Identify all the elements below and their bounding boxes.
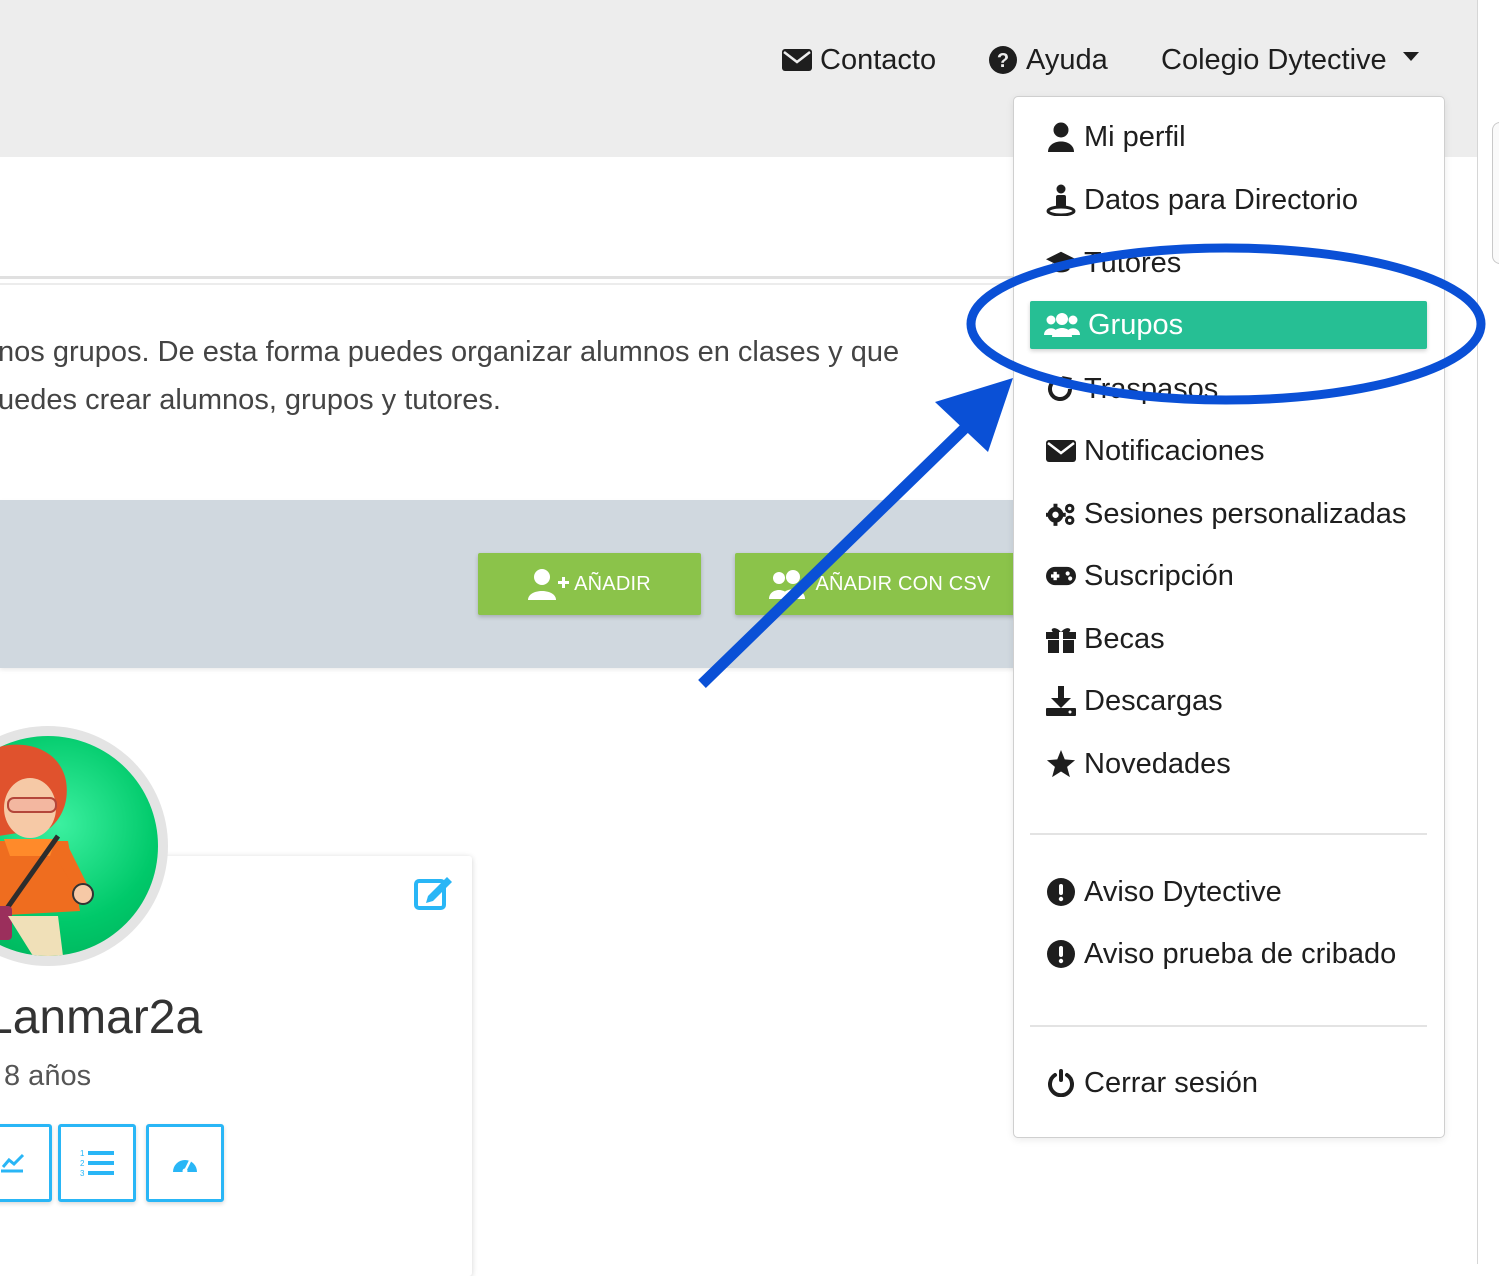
menu-item-suscripcion[interactable]: Suscripción <box>1046 554 1234 598</box>
svg-text:2: 2 <box>80 1159 85 1168</box>
help-label: Ayuda <box>1026 43 1108 76</box>
caret-down-icon <box>1402 51 1419 61</box>
contact-label: Contacto <box>820 43 937 76</box>
menu-item-label: Aviso Dytective <box>1084 875 1282 908</box>
add-csv-label: AÑADIR CON CSV <box>815 572 991 595</box>
menu-item-grupos[interactable]: Grupos <box>1030 301 1427 349</box>
gift-icon <box>1046 625 1076 653</box>
cogs-icon <box>1046 499 1076 529</box>
users-plus-icon <box>769 570 812 599</box>
menu-item-datos-directorio[interactable]: Datos para Directorio <box>1046 178 1358 222</box>
street-view-icon <box>1046 184 1076 216</box>
add-label: AÑADIR <box>574 572 651 595</box>
star-icon <box>1046 749 1076 779</box>
menu-item-label: Notificaciones <box>1084 434 1265 467</box>
menu-item-descargas[interactable]: Descargas <box>1046 679 1223 723</box>
menu-item-label: Grupos <box>1088 308 1184 341</box>
envelope-icon <box>782 49 812 71</box>
menu-item-label: Datos para Directorio <box>1084 183 1358 216</box>
window-edge <box>1477 0 1499 1264</box>
menu-item-sesiones-personalizadas[interactable]: Sesiones personalizadas <box>1046 492 1406 536</box>
menu-item-label: Descargas <box>1084 684 1223 717</box>
menu-item-label: Mi perfil <box>1084 120 1186 153</box>
menu-item-label: Becas <box>1084 622 1165 655</box>
student-age: 8 años <box>4 1060 92 1092</box>
character-illustration <box>0 744 94 956</box>
menu-item-notificaciones[interactable]: Notificaciones <box>1046 429 1265 473</box>
users-icon <box>1044 313 1080 337</box>
redo-icon <box>1046 374 1076 404</box>
svg-text:1: 1 <box>80 1149 85 1158</box>
account-label: Colegio Dytective <box>1161 43 1387 76</box>
exclamation-circle-icon <box>1046 878 1076 906</box>
list-ol-icon: 123 <box>80 1149 114 1178</box>
user-plus-icon <box>528 569 570 600</box>
menu-item-label: Suscripción <box>1084 559 1234 592</box>
envelope-icon <box>1046 440 1076 462</box>
menu-item-aviso-dytective[interactable]: Aviso Dytective <box>1046 870 1282 914</box>
svg-text:3: 3 <box>80 1169 85 1178</box>
account-dropdown-toggle[interactable]: Colegio Dytective <box>1161 40 1419 80</box>
user-icon <box>1046 122 1076 152</box>
gamepad-icon <box>1046 565 1076 587</box>
contact-link[interactable]: Contacto <box>782 40 936 80</box>
tachometer-icon <box>173 1160 197 1174</box>
menu-item-novedades[interactable]: Novedades <box>1046 742 1231 786</box>
line-chart-icon <box>1 1153 25 1173</box>
menu-item-cerrar-sesion[interactable]: Cerrar sesión <box>1046 1061 1258 1105</box>
results-list-button[interactable]: 123 <box>58 1124 136 1202</box>
progress-chart-button[interactable] <box>0 1124 52 1202</box>
dashboard-button[interactable] <box>146 1124 224 1202</box>
menu-item-label: Traspasos <box>1084 372 1219 405</box>
student-name: Lanmar2a <box>0 991 203 1044</box>
scroll-handle <box>1492 122 1499 264</box>
power-icon <box>1046 1069 1076 1097</box>
section-divider <box>0 283 1020 285</box>
add-csv-button[interactable]: AÑADIR CON CSV <box>735 553 1025 615</box>
menu-item-label: Aviso prueba de cribado <box>1084 937 1397 970</box>
menu-divider <box>1030 833 1427 835</box>
avatar-image <box>0 736 158 956</box>
exclamation-circle-icon <box>1046 940 1076 968</box>
menu-item-label: Sesiones personalizadas <box>1084 497 1407 530</box>
download-icon <box>1046 686 1076 716</box>
menu-item-tutores[interactable]: Tutores <box>1046 241 1181 285</box>
help-link[interactable]: ? Ayuda <box>988 40 1108 80</box>
menu-item-mi-perfil[interactable]: Mi perfil <box>1046 115 1186 159</box>
svg-text:?: ? <box>997 50 1009 72</box>
menu-item-aviso-cribado[interactable]: Aviso prueba de cribado <box>1046 932 1396 976</box>
menu-item-becas[interactable]: Becas <box>1046 617 1165 661</box>
edit-icon[interactable] <box>414 874 454 915</box>
section-divider <box>0 276 1020 279</box>
menu-item-label: Tutores <box>1084 246 1182 279</box>
question-circle-icon: ? <box>989 46 1017 74</box>
menu-divider <box>1030 1025 1427 1027</box>
account-dropdown-menu: Mi perfil Datos para Directorio Tutores … <box>1013 96 1445 1138</box>
graduation-cap-icon <box>1046 251 1076 275</box>
add-student-button[interactable]: AÑADIR <box>478 553 701 615</box>
menu-item-label: Novedades <box>1084 747 1231 780</box>
menu-item-traspasos[interactable]: Traspasos <box>1046 367 1218 411</box>
menu-item-label: Cerrar sesión <box>1084 1066 1259 1099</box>
